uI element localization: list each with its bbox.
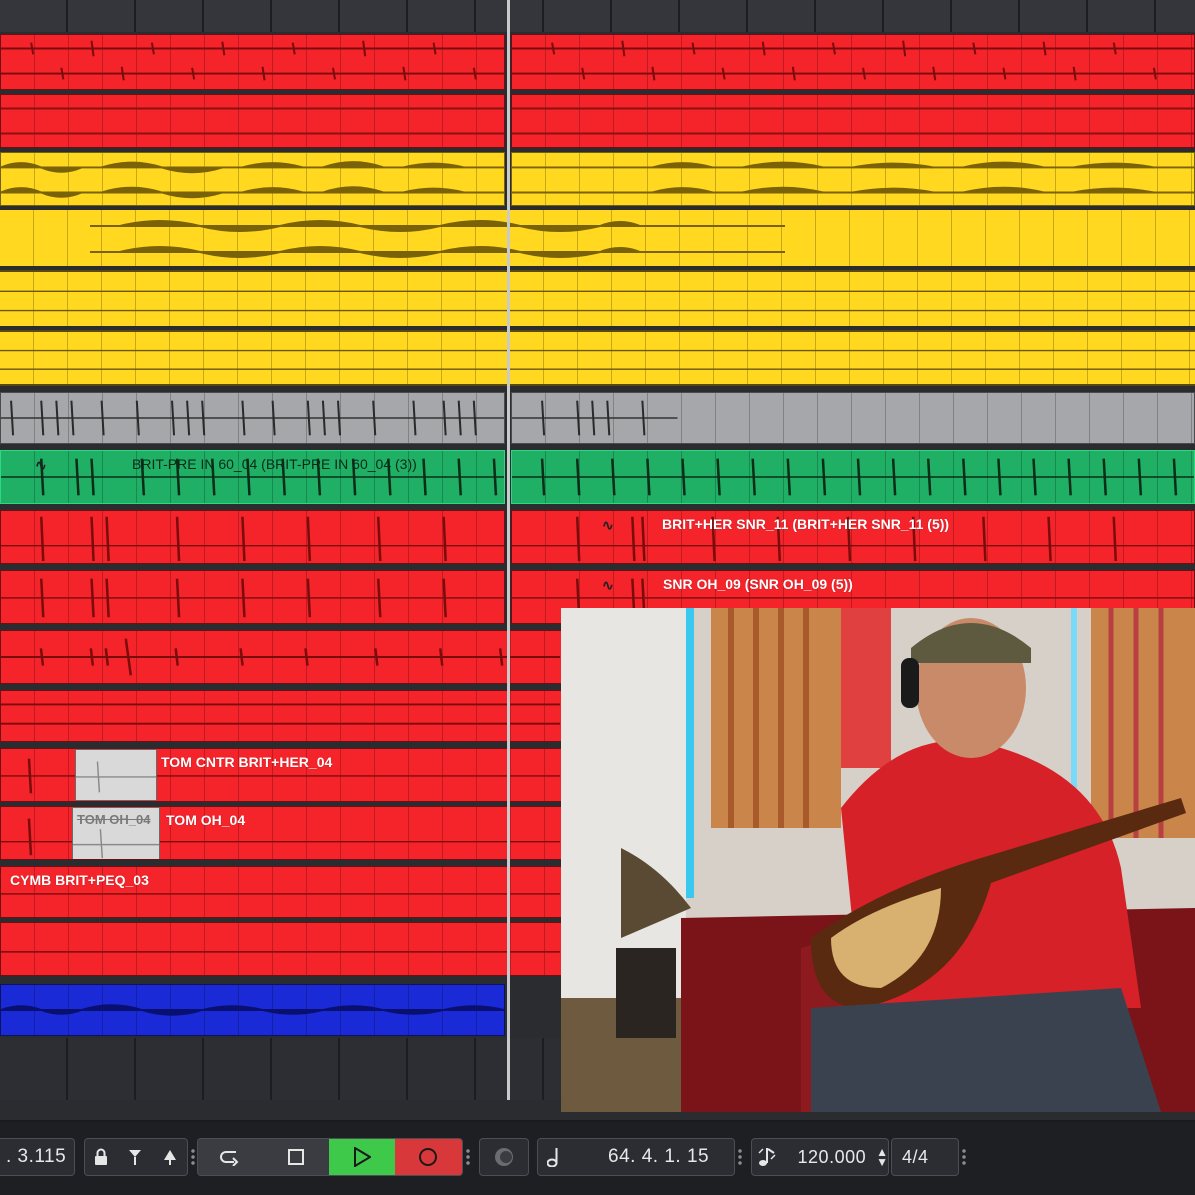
lock-group [84, 1138, 188, 1176]
timeline-ruler[interactable] [0, 0, 1195, 32]
transport-bar: . 3.115 64. 4. 1. 15 120.000 ▲ ▼ 4/4 [0, 1122, 1195, 1195]
loop-icon[interactable] [198, 1139, 264, 1175]
audio-clip[interactable] [0, 984, 505, 1036]
fade-icon[interactable]: ∿ [602, 517, 624, 533]
audio-clip[interactable] [511, 392, 1195, 444]
audio-clip[interactable] [511, 94, 1195, 148]
clip-label-brit-pre: BRIT-PRE IN 60_04 (BRIT-PRE IN 60_04 (3)… [132, 456, 417, 472]
signature-display[interactable]: 4/4 [891, 1138, 959, 1176]
stop-icon[interactable] [264, 1139, 330, 1175]
bass-player-image [561, 608, 1195, 1112]
track-kick-1[interactable] [0, 32, 1195, 92]
fade-icon[interactable]: ∿ [602, 577, 624, 593]
audio-clip[interactable] [511, 152, 1195, 206]
separator [738, 1148, 742, 1166]
track-overhead-2[interactable] [0, 208, 1195, 268]
muted-clip[interactable] [75, 749, 157, 801]
time-display-value: . 3.115 [6, 1146, 67, 1167]
snap-icon[interactable] [127, 1139, 143, 1175]
audio-clip[interactable] [511, 450, 1195, 504]
marker-icon[interactable] [162, 1139, 178, 1175]
clip-label-cymb: CYMB BRIT+PEQ_03 [10, 872, 149, 888]
clip-label-tom-oh: TOM OH_04 [166, 812, 246, 828]
audio-clip[interactable] [0, 210, 1195, 266]
muted-clip-tom-oh[interactable]: TOM OH_04 [72, 807, 160, 859]
track-gray[interactable] [0, 390, 1195, 446]
audio-clip[interactable] [0, 270, 1195, 326]
audio-clip-brit-her-snr[interactable]: ∿ BRIT+HER SNR_11 (BRIT+HER SNR_11 (5)) [511, 510, 1195, 564]
track-snare-1[interactable]: ∿ BRIT+HER SNR_11 (BRIT+HER SNR_11 (5)) [0, 508, 1195, 566]
arranger-view[interactable]: ∿ BRIT-PRE IN 60_04 (BRIT-PRE IN 60_04 (… [0, 0, 1195, 1120]
time-display[interactable]: . 3.115 [0, 1138, 75, 1176]
audio-clip-brit-pre[interactable]: ∿ BRIT-PRE IN 60_04 (BRIT-PRE IN 60_04 (… [0, 450, 505, 504]
separator [191, 1148, 195, 1166]
tempo-value: 120.000 [797, 1146, 867, 1167]
tempo-stepper-icon[interactable]: ▲ ▼ [876, 1139, 888, 1175]
punch-button[interactable] [479, 1138, 529, 1176]
audio-clip[interactable] [0, 330, 1195, 386]
separator [466, 1148, 470, 1166]
track-room-1[interactable] [0, 268, 1195, 328]
transport-controls [197, 1138, 463, 1176]
audio-clip[interactable] [511, 34, 1195, 90]
track-room-2[interactable] [0, 328, 1195, 388]
audio-clip[interactable] [0, 152, 505, 206]
audio-clip[interactable] [0, 34, 505, 90]
clip-label-tom-cntr: TOM CNTR BRIT+HER_04 [161, 754, 333, 770]
record-icon[interactable] [394, 1139, 462, 1175]
playhead[interactable] [507, 0, 510, 1100]
audio-clip[interactable] [0, 94, 505, 148]
tempo-icon [752, 1139, 782, 1175]
fade-icon[interactable]: ∿ [35, 457, 57, 473]
lock-icon[interactable] [94, 1139, 108, 1175]
play-icon[interactable] [329, 1139, 395, 1175]
position-value: 64. 4. 1. 15 [608, 1146, 710, 1167]
clip-label-snr-oh: SNR OH_09 (SNR OH_09 (5)) [663, 576, 853, 592]
signature-value: 4/4 [902, 1146, 929, 1167]
track-bass-di[interactable]: ∿ BRIT-PRE IN 60_04 (BRIT-PRE IN 60_04 (… [0, 448, 1195, 506]
audio-clip[interactable] [0, 570, 505, 624]
position-display[interactable]: 64. 4. 1. 15 [537, 1138, 735, 1176]
note-icon [538, 1139, 568, 1175]
track-overhead-1[interactable] [0, 150, 1195, 208]
video-overlay [561, 608, 1195, 1112]
clip-label-brit-her-snr: BRIT+HER SNR_11 (BRIT+HER SNR_11 (5)) [662, 516, 950, 532]
separator [962, 1148, 966, 1166]
track-kick-2[interactable] [0, 92, 1195, 150]
audio-clip[interactable] [0, 510, 505, 564]
punch-icon [495, 1148, 513, 1166]
tempo-display[interactable]: 120.000 ▲ ▼ [751, 1138, 889, 1176]
audio-clip[interactable] [0, 392, 505, 444]
